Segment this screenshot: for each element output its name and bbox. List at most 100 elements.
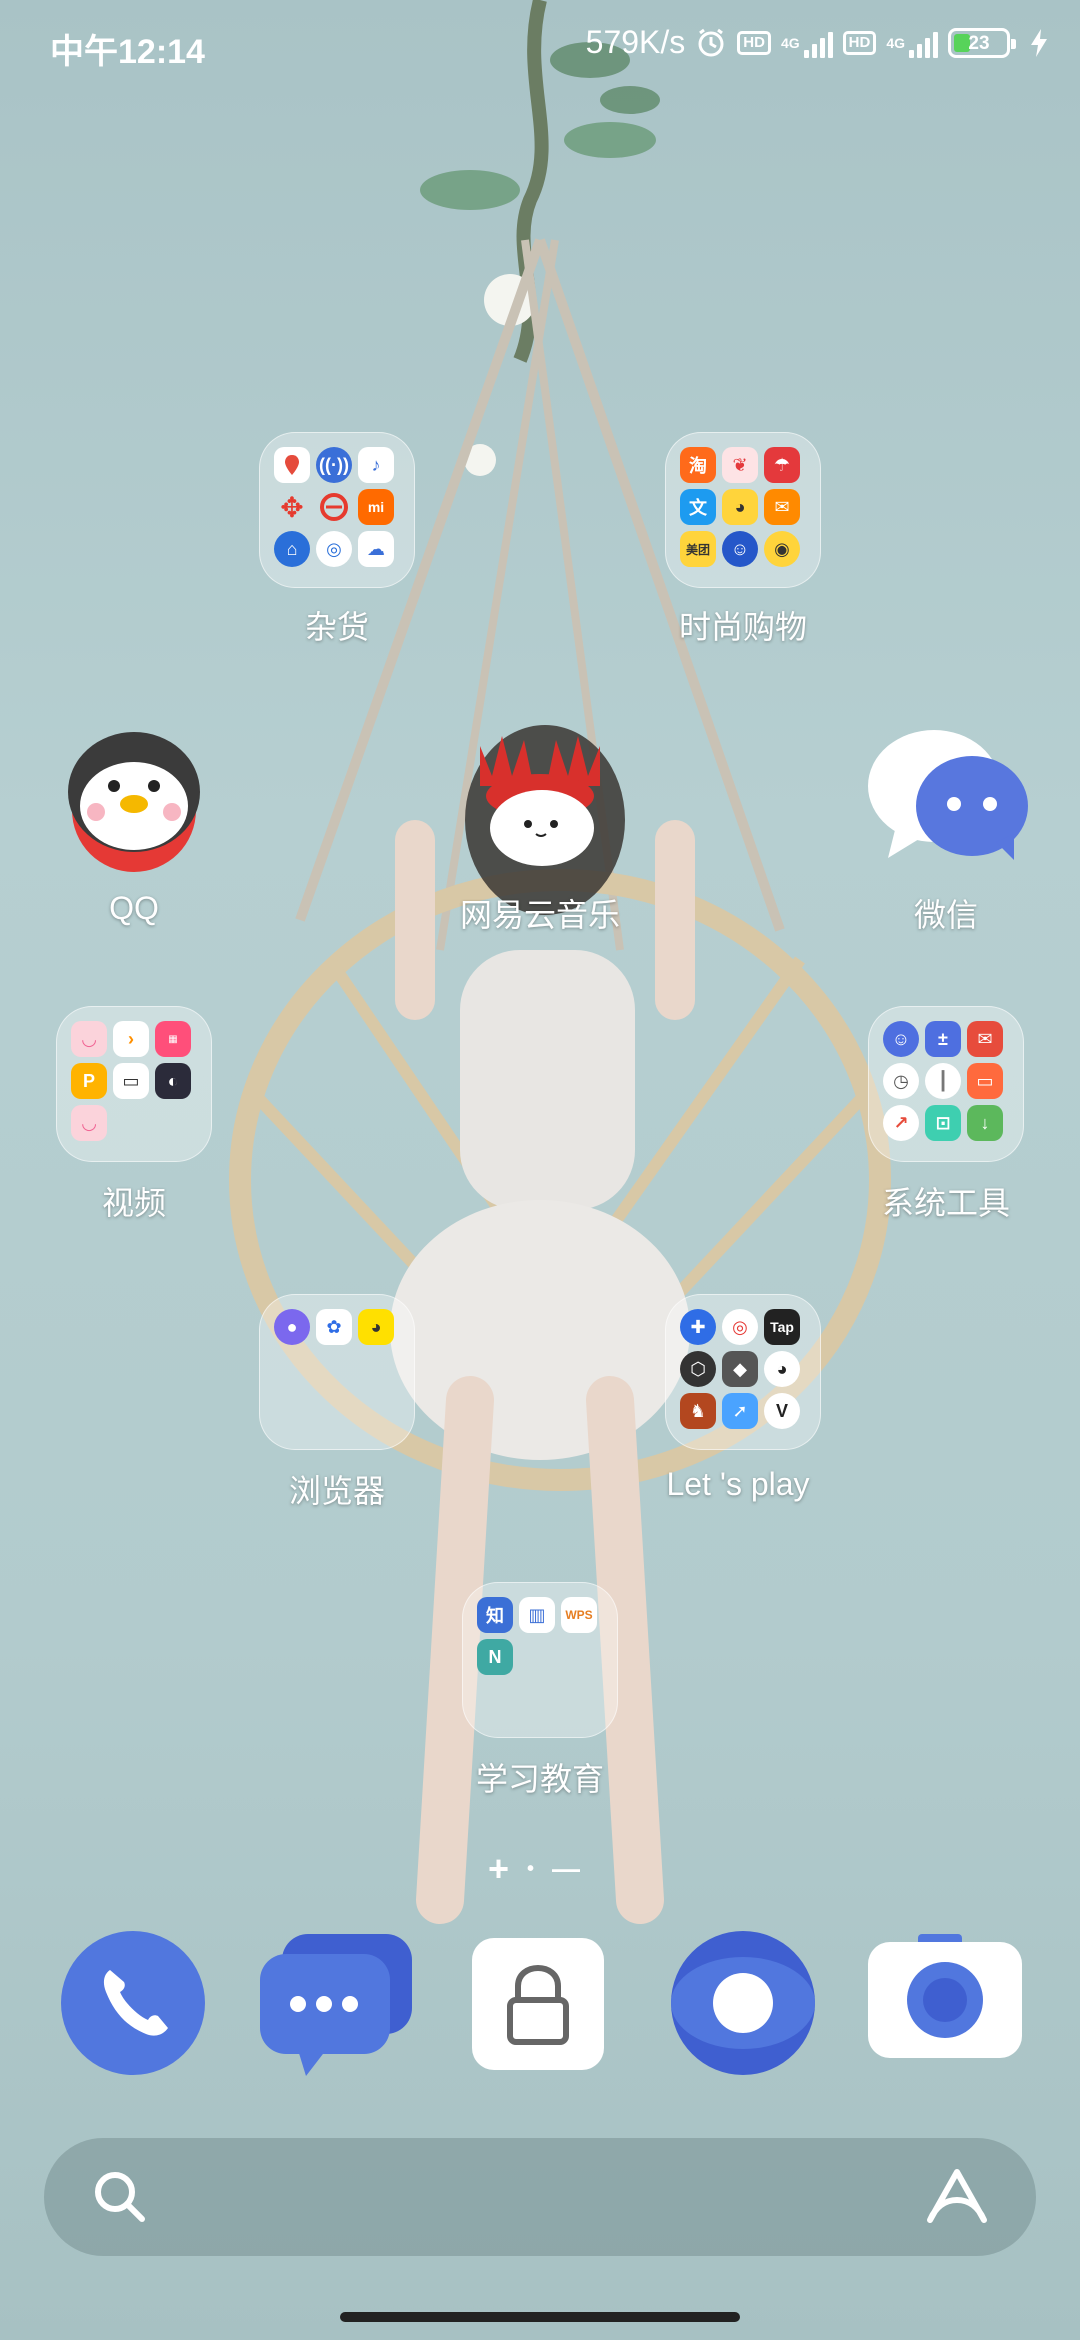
pink-tv-icon: ◡ xyxy=(71,1021,107,1057)
netease-label: 网易云音乐 xyxy=(459,897,620,933)
folder-shopping[interactable]: 淘 ❦ ☂ 文 ◕ ✉ 美团 ☺ ◉ xyxy=(665,432,821,588)
folder-video[interactable]: ◡ › ▦ P ▭ ◐ ◡ xyxy=(56,1006,212,1162)
umbrella-icon: ☂ xyxy=(764,447,800,483)
charging-icon xyxy=(1031,28,1047,57)
folder-video-label: 视频 xyxy=(101,1185,166,1221)
taptap-icon: Tap xyxy=(764,1309,800,1345)
notes-icon: ▭ xyxy=(967,1063,1003,1099)
folder-browser[interactable]: ● ✿ ◕ xyxy=(259,1294,415,1450)
gem-game-icon: ◆ xyxy=(722,1351,758,1387)
signal-app-icon: ⌂ xyxy=(274,531,310,567)
gesture-bar[interactable] xyxy=(340,2312,740,2322)
folder-shopping-label: 时尚购物 xyxy=(678,609,807,645)
netease-mascot-icon xyxy=(480,736,600,866)
network-speed: 579K/s xyxy=(585,24,686,60)
wechat-label: 微信 xyxy=(913,897,978,933)
music-note-icon: ♪ xyxy=(358,447,394,483)
warriors-game-icon: ♞ xyxy=(680,1393,716,1429)
status-bar: 中午12:14 579K/s HD 4G HD 4G 23 xyxy=(0,0,1080,96)
messages-icon xyxy=(260,1934,412,2076)
browser-orb-icon xyxy=(671,1931,815,2075)
mobile-icon xyxy=(316,489,352,525)
anime-avatar-icon: ◐ xyxy=(155,1063,191,1099)
netease-music-app[interactable] xyxy=(462,716,618,866)
hexagon-game-icon: ⬡ xyxy=(680,1351,716,1387)
qq-label: QQ xyxy=(109,890,159,926)
camera-app[interactable] xyxy=(868,1930,1024,2076)
weibo-video-icon: ▦ xyxy=(155,1021,191,1057)
folder-games-label: Let 's play xyxy=(666,1466,810,1502)
books-icon: ▥ xyxy=(519,1597,555,1633)
radio-icon: ((·)) xyxy=(316,447,352,483)
lock-icon xyxy=(472,1938,604,2070)
qq-penguin-icon xyxy=(68,732,200,872)
network-type-1: 4G xyxy=(780,34,800,51)
unicom-icon: ✥ xyxy=(280,491,304,523)
messages-app[interactable] xyxy=(258,1930,414,2076)
chick-icon: ◉ xyxy=(764,531,800,567)
gamepad-icon: ✚ xyxy=(680,1309,716,1345)
page-indicator[interactable]: + • — xyxy=(488,1848,580,1890)
hd-badge-1: HD xyxy=(737,30,771,55)
meituan-icon: 美团 xyxy=(680,531,716,567)
assistant-icon[interactable] xyxy=(922,2166,992,2226)
folder-browser-label: 浏览器 xyxy=(288,1473,385,1509)
search-bar[interactable] xyxy=(44,2138,1036,2256)
status-icons: 579K/s HD 4G HD 4G 23 xyxy=(586,24,1050,61)
folder-misc[interactable]: ((·)) ♪ ✥ mi ⌂ ◎ ☁ xyxy=(259,432,415,588)
folder-misc-label: 杂货 xyxy=(304,609,369,645)
qq-app[interactable] xyxy=(64,724,204,872)
cloud-icon: ☁ xyxy=(358,531,394,567)
maps-icon xyxy=(274,447,310,483)
character-icon: ☺ xyxy=(722,531,758,567)
signal-icon-1 xyxy=(803,28,833,58)
wps-icon: WPS xyxy=(561,1597,597,1633)
game-center-icon: ◎ xyxy=(722,1309,758,1345)
n-app-icon: N xyxy=(477,1639,513,1675)
browser-app[interactable] xyxy=(670,1930,816,2076)
recorder-icon: ┃ xyxy=(925,1063,961,1099)
duck-icon: ◕ xyxy=(722,489,758,525)
status-time: 中午12:14 xyxy=(50,33,205,71)
hd-badge-2: HD xyxy=(842,30,877,55)
mail-icon: ✉ xyxy=(967,1021,1003,1057)
wechat-app[interactable] xyxy=(868,730,1030,870)
p-video-icon: P xyxy=(71,1063,107,1099)
mi-icon: mi xyxy=(358,489,394,525)
security-app[interactable] xyxy=(472,1938,604,2070)
battery-icon: 23 xyxy=(948,27,1016,58)
phone-icon xyxy=(61,1931,205,2075)
wechat-bubbles-icon xyxy=(868,730,1028,860)
add-page-icon: + xyxy=(488,1848,510,1889)
taobao-icon: 淘 xyxy=(680,447,716,483)
search-icon xyxy=(95,2172,145,2222)
folder-education[interactable]: 知 ▥ WPS N xyxy=(462,1582,618,1738)
download-icon: ↓ xyxy=(967,1105,1003,1141)
calculator-icon: ± xyxy=(925,1021,961,1057)
wen-icon: 文 xyxy=(680,489,716,525)
clock-icon: ◷ xyxy=(883,1063,919,1099)
cartoon-face-icon: ◡ xyxy=(71,1105,107,1141)
alarm-icon xyxy=(698,28,724,56)
qq-browser-chick-icon: ◕ xyxy=(358,1309,394,1345)
gift-icon: ❦ xyxy=(722,447,758,483)
page-dot: • xyxy=(527,1857,535,1880)
zhihu-icon: 知 xyxy=(477,1597,513,1633)
folder-system-tools-label: 系统工具 xyxy=(881,1185,1010,1221)
signal-icon-2 xyxy=(909,28,938,58)
rocket-icon: ➚ xyxy=(722,1393,758,1429)
chat-circle-icon: ● xyxy=(274,1309,310,1345)
page-dash: — xyxy=(552,1853,581,1884)
folder-games[interactable]: ✚ ◎ Tap ⬡ ◆ ◕ ♞ ➚ V xyxy=(665,1294,821,1450)
battery-level: 23 xyxy=(968,32,990,54)
camera-icon xyxy=(868,1934,1022,2058)
v-game-icon: V xyxy=(764,1393,800,1429)
folder-system-tools[interactable]: ☺ ± ✉ ◷ ┃ ▭ ↗ ⊡ ↓ xyxy=(868,1006,1024,1162)
baidu-icon: ✿ xyxy=(316,1309,352,1345)
compass-icon: ↗ xyxy=(883,1105,919,1141)
phone-app[interactable] xyxy=(60,1930,206,2076)
bilibili-tv-icon: ▭ xyxy=(113,1063,149,1099)
shopping-bag-icon: ✉ xyxy=(764,489,800,525)
play-arrow-icon: › xyxy=(113,1021,149,1057)
folder-education-label: 学习教育 xyxy=(475,1761,604,1797)
